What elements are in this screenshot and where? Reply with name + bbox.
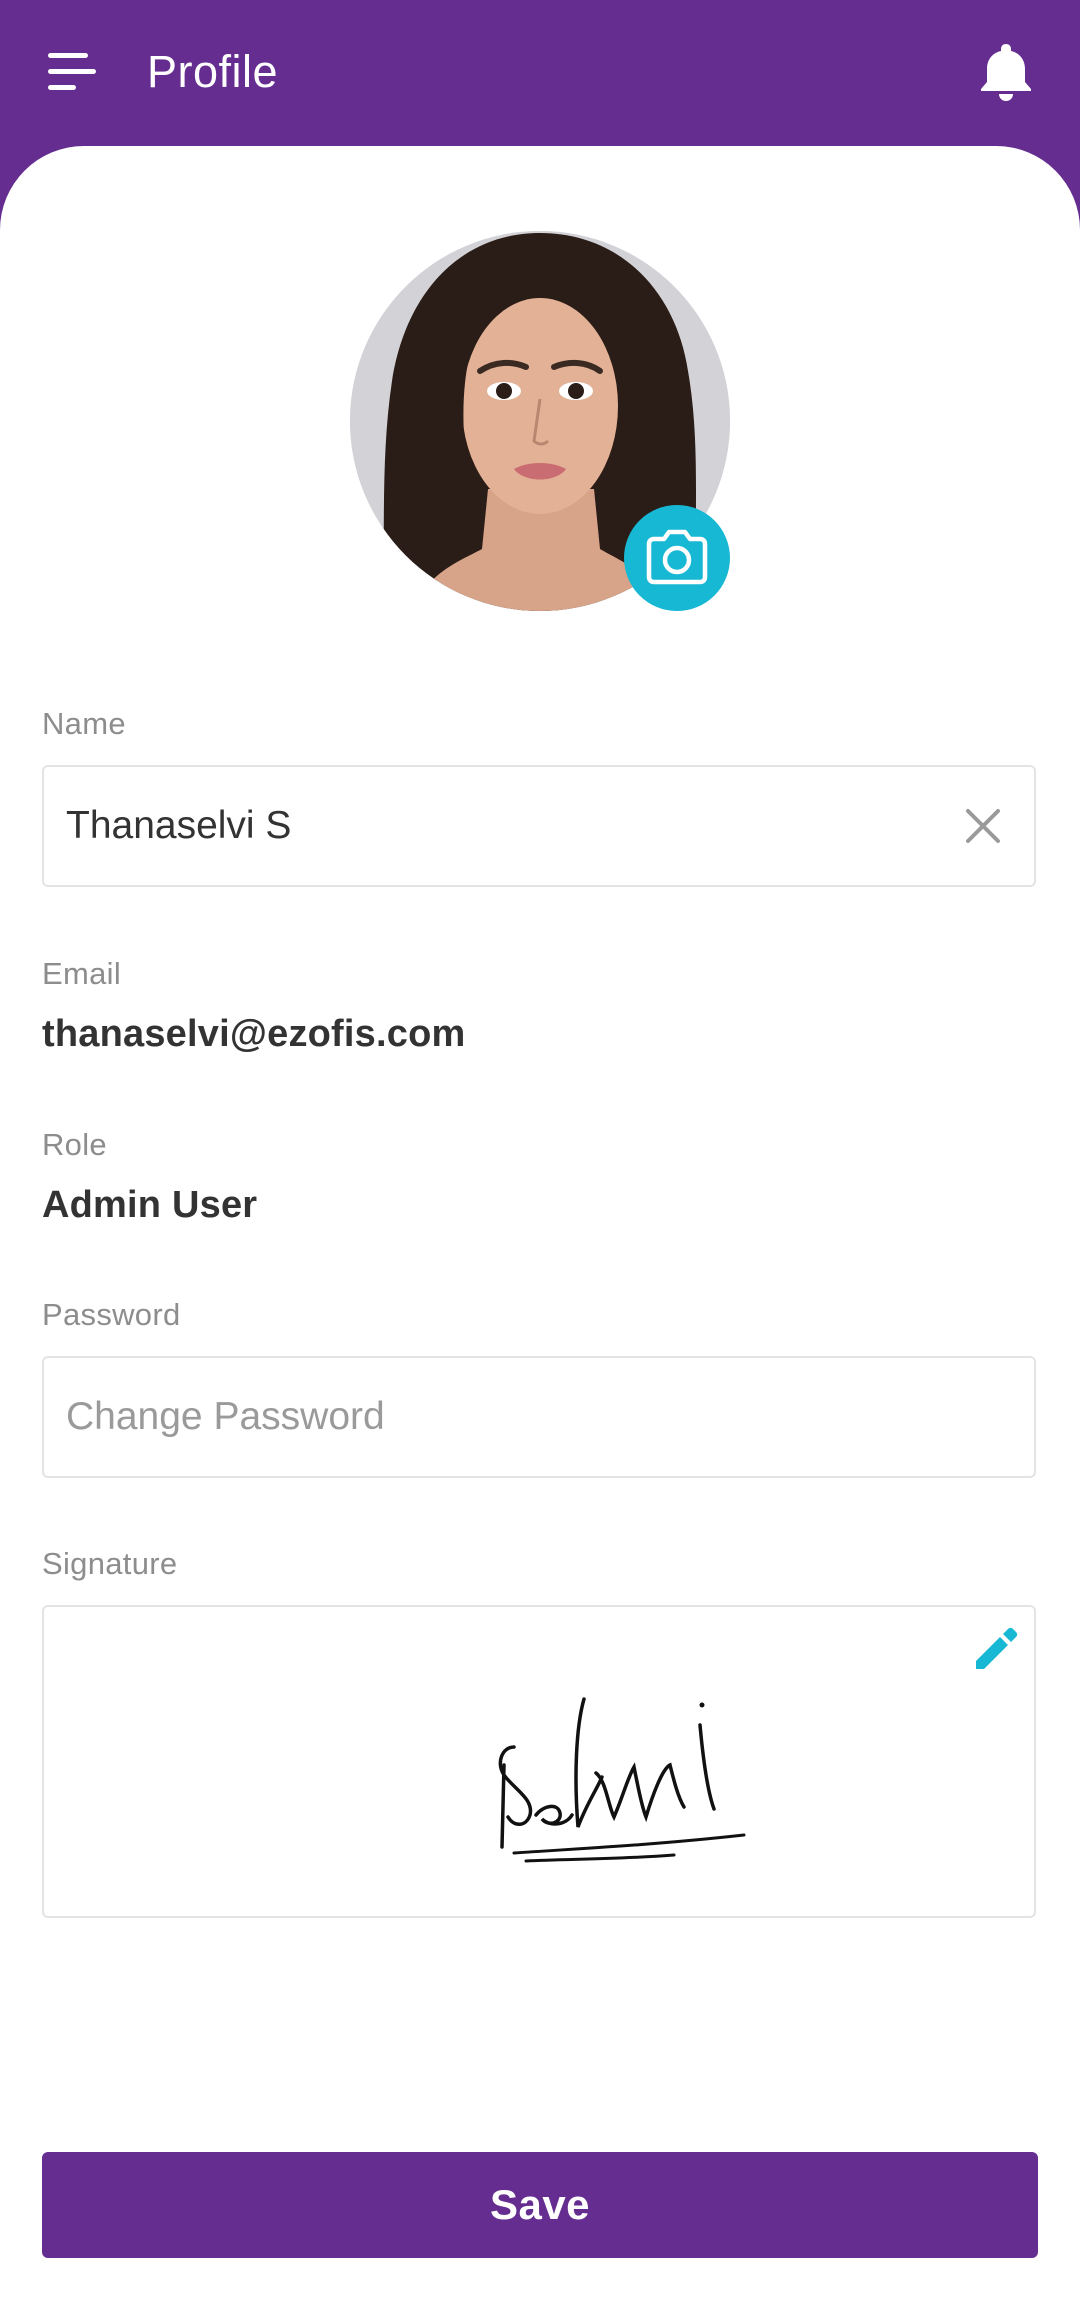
name-field[interactable] [42, 765, 1036, 887]
name-label: Name [42, 706, 126, 741]
password-input[interactable] [66, 1358, 946, 1476]
bell-icon [981, 44, 1031, 101]
edit-signature-button[interactable] [968, 1621, 1024, 1677]
signature-label: Signature [42, 1546, 178, 1581]
clear-name-button[interactable] [962, 805, 1004, 847]
camera-icon [646, 529, 708, 585]
email-label: Email [42, 956, 122, 991]
notifications-button[interactable] [978, 42, 1034, 102]
menu-icon [48, 53, 96, 90]
menu-button[interactable] [44, 44, 100, 100]
password-label: Password [42, 1297, 181, 1332]
role-value: Admin User [42, 1184, 258, 1226]
email-value: thanaselvi@ezofis.com [42, 1013, 466, 1055]
password-field[interactable] [42, 1356, 1036, 1478]
change-photo-button[interactable] [624, 505, 730, 611]
close-icon [966, 809, 1000, 843]
name-input[interactable] [66, 767, 946, 885]
save-button[interactable]: Save [42, 2152, 1038, 2258]
signature-pad[interactable] [42, 1605, 1036, 1918]
avatar-section [350, 231, 730, 611]
role-label: Role [42, 1127, 107, 1162]
pencil-icon [976, 1627, 1018, 1669]
signature-image [498, 1697, 746, 1863]
page-title: Profile [147, 46, 279, 97]
